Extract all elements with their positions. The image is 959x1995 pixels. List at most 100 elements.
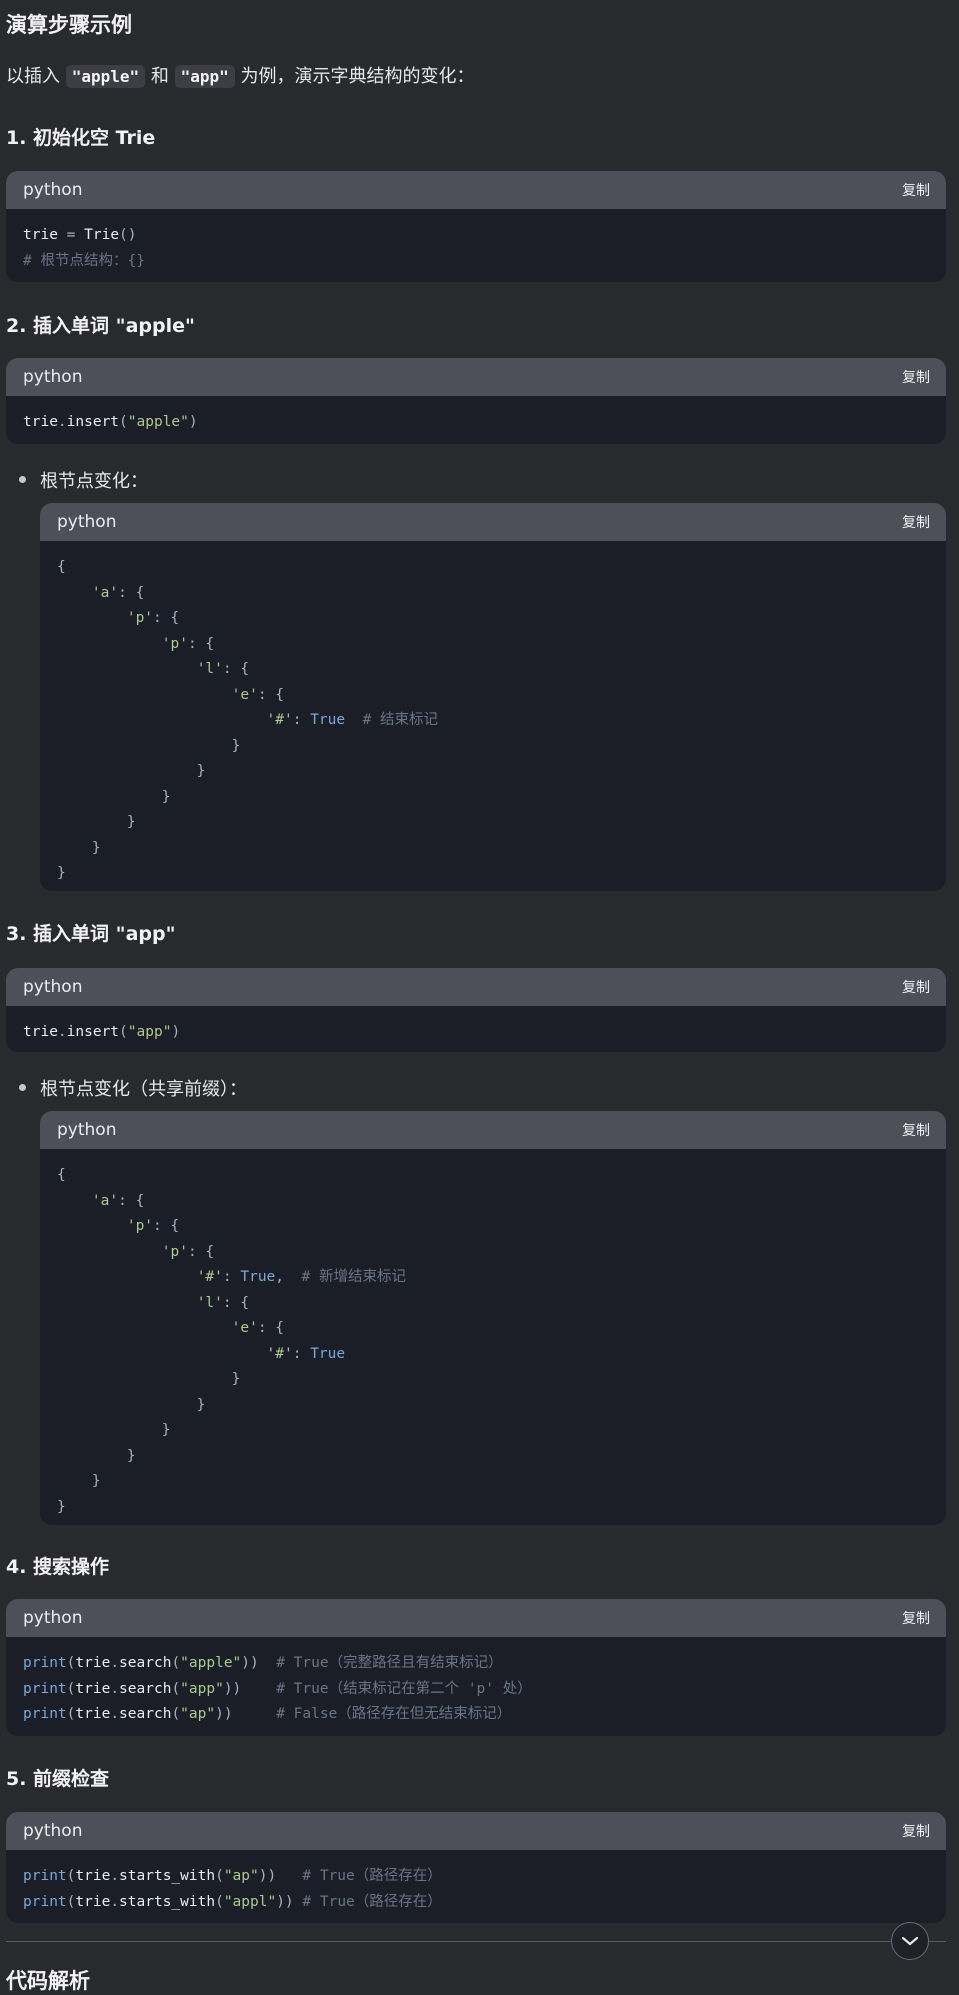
code-token: # False（路径存在但无结束标记） [276, 1706, 512, 1722]
code-token: # True（路径存在） [302, 1868, 442, 1884]
code-token: True [310, 1345, 346, 1362]
copy-button[interactable]: 复制 [902, 977, 930, 997]
code-token: trie [75, 1680, 111, 1697]
code-token: print [23, 1893, 67, 1910]
code-token: # 根节点结构：{} [23, 252, 145, 269]
next-section-title: 代码解析 [6, 1969, 90, 1993]
code-token: : { [153, 610, 180, 626]
code-token: : { [257, 1320, 285, 1336]
copy-button[interactable]: 复制 [902, 512, 930, 532]
code-block-header: python 复制 [6, 968, 946, 1006]
code-token: 'l' [196, 1294, 223, 1311]
code-token: } [57, 1371, 241, 1387]
code-token: # True（结束标记在第二个 'p' 处） [276, 1680, 532, 1697]
code-token: )) [223, 1680, 277, 1697]
code-token: Trie [84, 227, 120, 243]
chevron-down-icon [901, 1936, 919, 1946]
code-token: = [57, 227, 85, 243]
code-token: : [222, 1269, 241, 1285]
code-block-header: python 复制 [6, 1599, 946, 1637]
code-line: 'a': { [57, 1189, 929, 1215]
code-token: : { [118, 1192, 145, 1209]
code-block: python 复制 print(trie.starts_with("ap")) # … [6, 1812, 946, 1923]
code-token: } [57, 814, 136, 830]
inline-code-apple: "apple" [65, 65, 146, 88]
code-token: trie [23, 227, 58, 243]
code-line: } [57, 1393, 929, 1419]
code-token: ( [171, 1655, 181, 1671]
code-token: "apple" [180, 1655, 242, 1671]
inline-code-app: "app" [174, 65, 235, 88]
code-token: } [57, 865, 66, 881]
code-token: trie [75, 1893, 111, 1910]
code-token: ) [171, 1024, 181, 1040]
copy-button[interactable]: 复制 [902, 1608, 930, 1628]
step-2-heading: 2. 插入单词 "apple" [6, 315, 195, 337]
code-language-label: python [57, 512, 117, 532]
copy-button[interactable]: 复制 [902, 180, 930, 200]
code-token: trie [23, 414, 58, 430]
code-token: . [110, 1655, 120, 1671]
code-line: { [57, 555, 929, 581]
code-token: trie [75, 1868, 111, 1884]
code-token: : { [222, 661, 250, 677]
step-4-heading: 4. 搜索操作 [6, 1556, 110, 1578]
step-5-heading: 5. 前缀检查 [6, 1768, 110, 1790]
code-line: 'e': { [57, 683, 929, 709]
copy-button[interactable]: 复制 [902, 367, 930, 387]
intro-text: 以插入 "apple" 和 "app" 为例，演示字典结构的变化： [6, 62, 475, 88]
code-token: . [57, 414, 67, 430]
code-line: } [57, 861, 929, 887]
copy-button[interactable]: 复制 [902, 1120, 930, 1140]
code-block: python 复制{ 'a': { 'p': { 'p': { '#': True… [40, 1111, 946, 1525]
code-token: 'a' [91, 1192, 119, 1209]
code-token: print [23, 1868, 67, 1884]
step-3-heading: 3. 插入单词 "app" [6, 923, 176, 945]
code-token: "app" [180, 1680, 224, 1697]
code-token: '#' [266, 1345, 293, 1362]
code-line: } [57, 1469, 929, 1495]
code-token: } [57, 1473, 101, 1489]
code-token: : { [222, 1294, 250, 1311]
code-token: print [23, 1706, 67, 1722]
code-token: insert [66, 414, 120, 430]
code-line: } [57, 759, 929, 785]
code-token: search [119, 1655, 172, 1671]
code-token: . [110, 1706, 120, 1722]
code-token: ( [215, 1868, 224, 1884]
code-token: )) [258, 1868, 303, 1884]
code-token: # 结束标记 [362, 712, 439, 728]
code-token: # 新增结束标记 [301, 1269, 406, 1285]
code-token: True [310, 712, 346, 728]
code-token: # True（完整路径且有结束标记） [276, 1655, 503, 1671]
code-token: # True（路径存在） [302, 1893, 442, 1910]
bullet-text: 根节点变化： [40, 471, 148, 492]
code-token: } [57, 1396, 206, 1413]
code-token: ( [119, 1024, 128, 1040]
code-token: "ap" [223, 1868, 259, 1884]
code-line: print(trie.search("apple")) # True（完整路径且… [23, 1651, 929, 1677]
code-language-label: python [23, 367, 83, 387]
scroll-down-button[interactable] [891, 1922, 929, 1960]
code-language-label: python [23, 1821, 83, 1841]
code-line: 'e': { [57, 1316, 929, 1342]
code-body: trie = Trie() # 根节点结构：{} [6, 209, 946, 282]
code-token: } [57, 763, 206, 779]
code-language-label: python [23, 977, 83, 997]
code-token: } [57, 1447, 136, 1464]
code-line: } [57, 1495, 929, 1521]
code-token: 'p' [161, 1243, 188, 1260]
code-line: trie.insert("apple") [23, 410, 929, 436]
code-token: )) [276, 1893, 303, 1910]
code-token: search [119, 1680, 172, 1697]
code-token: trie [23, 1024, 58, 1040]
code-token: () [119, 227, 137, 243]
copy-button[interactable]: 复制 [902, 1821, 930, 1841]
code-token: : [292, 712, 311, 728]
